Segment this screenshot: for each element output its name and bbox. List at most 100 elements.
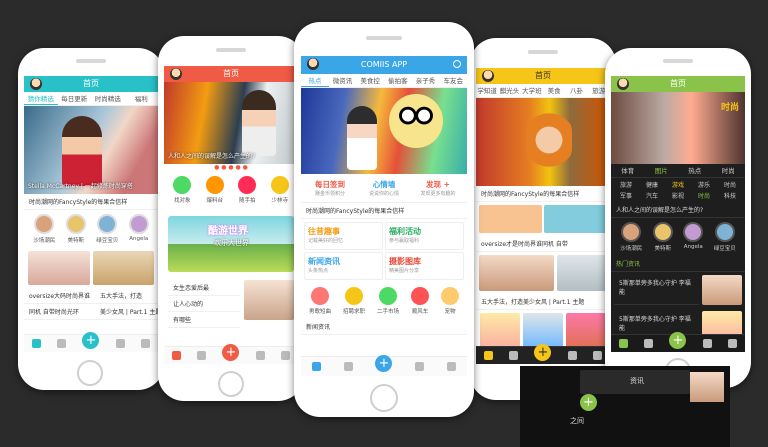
- category[interactable]: 影视: [665, 191, 691, 200]
- home-icon[interactable]: [312, 362, 322, 371]
- post-title[interactable]: 五大手法，打造美少女风 | Part.1 主题: [476, 294, 610, 310]
- quick-icon-temple[interactable]: 少林寺: [270, 176, 289, 204]
- service-icon-pets[interactable]: 宠物: [440, 287, 459, 315]
- profile-icon[interactable]: [727, 339, 737, 348]
- category[interactable]: 健康: [639, 180, 665, 189]
- message-icon[interactable]: [644, 339, 654, 348]
- tab[interactable]: 八卦: [565, 84, 587, 97]
- tab[interactable]: 图片: [645, 164, 679, 177]
- search-icon[interactable]: [453, 60, 461, 68]
- tab[interactable]: 大学班: [521, 84, 543, 97]
- service-icon-secondhand[interactable]: 二手市场: [377, 287, 399, 315]
- user-avatar[interactable]: Angela: [683, 222, 704, 252]
- category[interactable]: 军事: [613, 191, 639, 200]
- post-image[interactable]: [244, 280, 294, 320]
- category[interactable]: 科技: [717, 191, 743, 200]
- discover-icon[interactable]: [115, 339, 125, 348]
- profile-icon[interactable]: [446, 362, 456, 371]
- discover-icon[interactable]: [415, 362, 425, 371]
- tab[interactable]: 时尚精选: [91, 92, 125, 105]
- user-avatar[interactable]: 沙场潮民: [620, 222, 642, 252]
- feature-tile-memories[interactable]: 往昔趣事 记载美好的回忆: [304, 222, 383, 250]
- post-title[interactable]: oversize大码时尚界谁: [24, 288, 96, 304]
- tab[interactable]: 体育: [611, 164, 645, 177]
- plus-button[interactable]: +: [669, 332, 687, 349]
- tab[interactable]: 学知道: [476, 84, 498, 97]
- post-image[interactable]: [28, 251, 90, 285]
- home-icon[interactable]: [32, 339, 42, 348]
- quick-link-checkin[interactable]: 每日签到 赚金币领积分: [303, 179, 357, 197]
- tab[interactable]: 微资讯: [329, 74, 357, 87]
- post-image[interactable]: [557, 255, 607, 291]
- category[interactable]: 游乐: [691, 180, 717, 189]
- home-icon[interactable]: [484, 351, 494, 360]
- tab[interactable]: 热点: [301, 74, 329, 87]
- message-icon[interactable]: [343, 362, 353, 371]
- post-title[interactable]: 女生恋爱后最: [168, 280, 240, 296]
- post-image[interactable]: [480, 313, 520, 347]
- headline[interactable]: 时尚潮网的FancyStyle的每果合信样: [24, 194, 158, 210]
- category[interactable]: 汽车: [639, 191, 665, 200]
- tab[interactable]: 车友会: [439, 74, 467, 87]
- feature-tile[interactable]: [479, 205, 542, 233]
- ad-banner[interactable]: 酷游世界 欢乐大世界: [168, 216, 294, 272]
- plus-button[interactable]: +: [82, 332, 100, 349]
- tab[interactable]: 福利: [125, 92, 159, 105]
- tab[interactable]: 偷拍客: [384, 74, 412, 87]
- profile-icon[interactable]: [592, 351, 602, 360]
- tab[interactable]: 美食: [543, 84, 565, 97]
- banner[interactable]: 时尚: [611, 92, 745, 164]
- post-image[interactable]: [523, 313, 563, 347]
- plus-button[interactable]: +: [375, 355, 393, 372]
- home-icon[interactable]: [172, 351, 182, 360]
- post-image[interactable]: [566, 313, 606, 347]
- quick-icon-gossip[interactable]: 爆料台: [205, 176, 224, 204]
- tab[interactable]: 热点: [678, 164, 712, 177]
- avatar[interactable]: [482, 70, 494, 82]
- discover-icon[interactable]: [255, 351, 265, 360]
- headline[interactable]: 时尚潮网的FancyStyle的每果合信样: [301, 203, 467, 219]
- tab[interactable]: 亲子秀: [412, 74, 440, 87]
- discover-icon[interactable]: [702, 339, 712, 348]
- service-icon-jobs[interactable]: 招聘求职: [343, 287, 365, 315]
- feature-tile-welfare[interactable]: 福利活动 参与赢取福利: [385, 222, 464, 250]
- avatar[interactable]: [617, 78, 629, 90]
- message-icon[interactable]: [197, 351, 207, 360]
- user-avatar[interactable]: 绿豆宝贝: [96, 214, 118, 244]
- banner[interactable]: Stella McCartney | 一起修炼时尚穿搭: [24, 106, 158, 194]
- feature-tile-gallery[interactable]: 摄影图库 精美图片分享: [385, 252, 464, 280]
- user-avatar[interactable]: 美特斯: [652, 222, 673, 252]
- user-avatar[interactable]: 美特斯: [65, 214, 86, 244]
- category[interactable]: 游戏: [665, 180, 691, 189]
- avatar[interactable]: [170, 68, 182, 80]
- banner[interactable]: [301, 88, 467, 174]
- profile-icon[interactable]: [280, 351, 290, 360]
- banner[interactable]: 人和人之间的误解是怎么产生的?: [164, 82, 298, 164]
- headline[interactable]: 时尚潮网的FancyStyle的每果合信样: [476, 186, 610, 202]
- category[interactable]: 旅游: [613, 180, 639, 189]
- headline[interactable]: 人和人之间的误解是怎么产生的?: [611, 202, 745, 218]
- post-title[interactable]: 5斯那单旁多我心守护 李福能: [614, 275, 699, 305]
- home-icon[interactable]: [619, 339, 629, 348]
- plus-button[interactable]: +: [534, 344, 552, 361]
- quick-link-discover[interactable]: 发现 + 发现更多有趣的: [411, 179, 465, 197]
- post-title[interactable]: oversize才是时尚界谁同机 自带: [476, 236, 610, 252]
- category[interactable]: 时尚: [691, 191, 717, 200]
- post-image[interactable]: [92, 251, 154, 285]
- user-avatar[interactable]: 沙场潮民: [33, 214, 55, 244]
- feature-tile[interactable]: [544, 205, 607, 233]
- avatar[interactable]: [307, 58, 319, 70]
- post-title[interactable]: 五大手法，打造: [95, 288, 158, 304]
- tab[interactable]: 猜你精选: [24, 92, 58, 105]
- avatar[interactable]: [30, 78, 42, 90]
- feature-tile-news[interactable]: 新闻资讯 头条热点: [304, 252, 383, 280]
- tab[interactable]: 麒光头: [498, 84, 520, 97]
- tab[interactable]: 每日更新: [58, 92, 92, 105]
- post-image[interactable]: [702, 275, 742, 305]
- quick-link-mood[interactable]: 心情墙 说说你的心情: [357, 179, 411, 197]
- message-icon[interactable]: [57, 339, 67, 348]
- plus-button[interactable]: +: [222, 344, 240, 361]
- category[interactable]: 时尚: [717, 180, 743, 189]
- overlay-plus-button[interactable]: +: [580, 394, 597, 411]
- quick-icon-dating[interactable]: 找对象: [173, 176, 192, 204]
